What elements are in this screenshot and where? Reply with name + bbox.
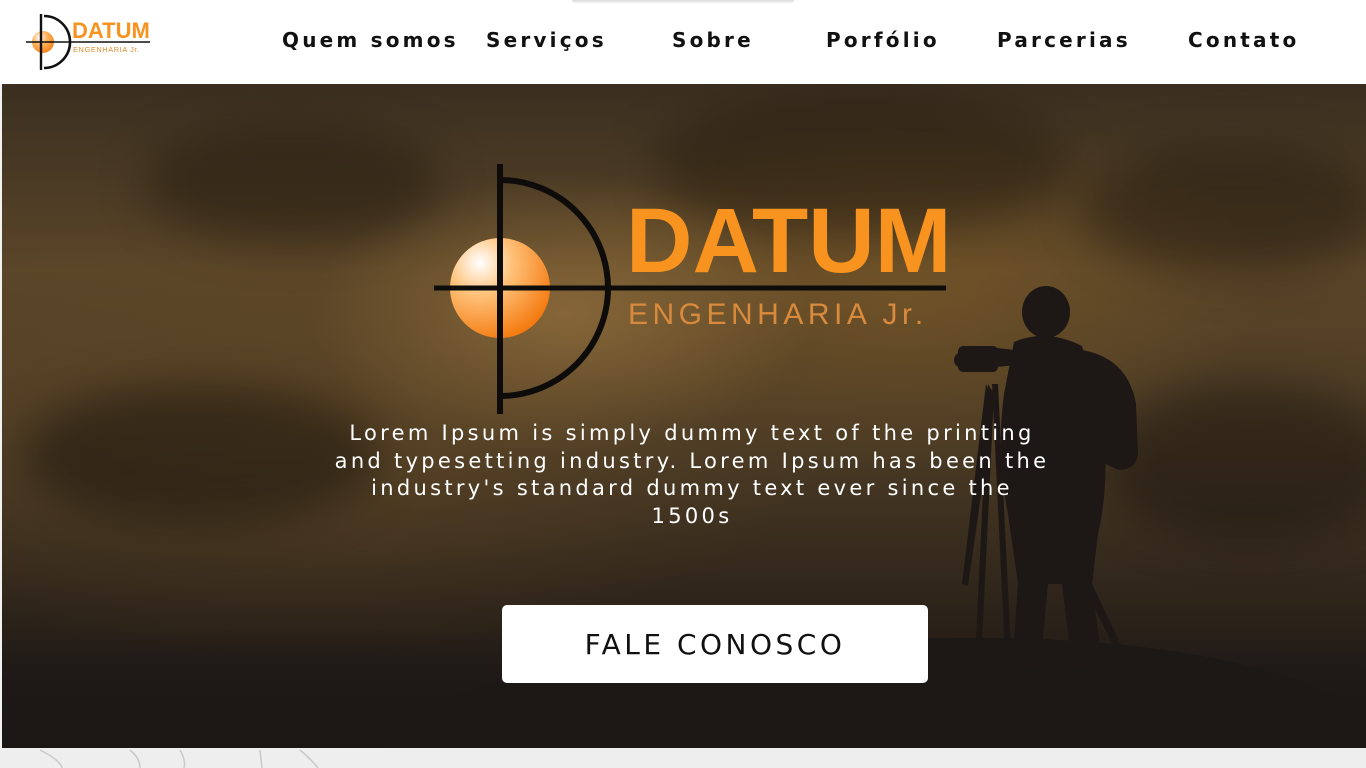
nav-contato[interactable]: Contato [1188,28,1299,52]
brand-logo-subtitle: ENGENHARIA Jr. [73,45,140,54]
hero-section: DATUM ENGENHARIA Jr. Lorem Ipsum is simp… [2,84,1366,748]
hero-logo: DATUM ENGENHARIA Jr. [434,164,950,414]
scroll-hint [572,0,794,4]
cloud-shape [1082,144,1366,274]
top-navbar: DATUM ENGENHARIA Jr. Quem somos Serviços… [0,0,1366,84]
decorative-lines [39,749,319,768]
hero-logo-subtitle: ENGENHARIA Jr. [628,298,928,331]
nav-quem-somos[interactable]: Quem somos [282,28,459,52]
hero-logo-title: DATUM [626,190,950,292]
nav-parcerias[interactable]: Parcerias [997,28,1131,52]
nav-portfolio[interactable]: Porfólio [826,28,940,52]
nav-sobre[interactable]: Sobre [672,28,754,52]
cloud-shape [22,384,382,524]
fale-conosco-button[interactable]: FALE CONOSCO [502,605,928,683]
hero-description: Lorem Ipsum is simply dummy text of the … [334,421,1050,528]
brand-logo[interactable]: DATUM ENGENHARIA Jr. [26,12,156,72]
next-section-peek [0,748,1366,768]
brand-logo-text: DATUM [72,18,150,43]
nav-servicos[interactable]: Serviços [486,28,607,52]
cloud-shape [142,124,442,244]
